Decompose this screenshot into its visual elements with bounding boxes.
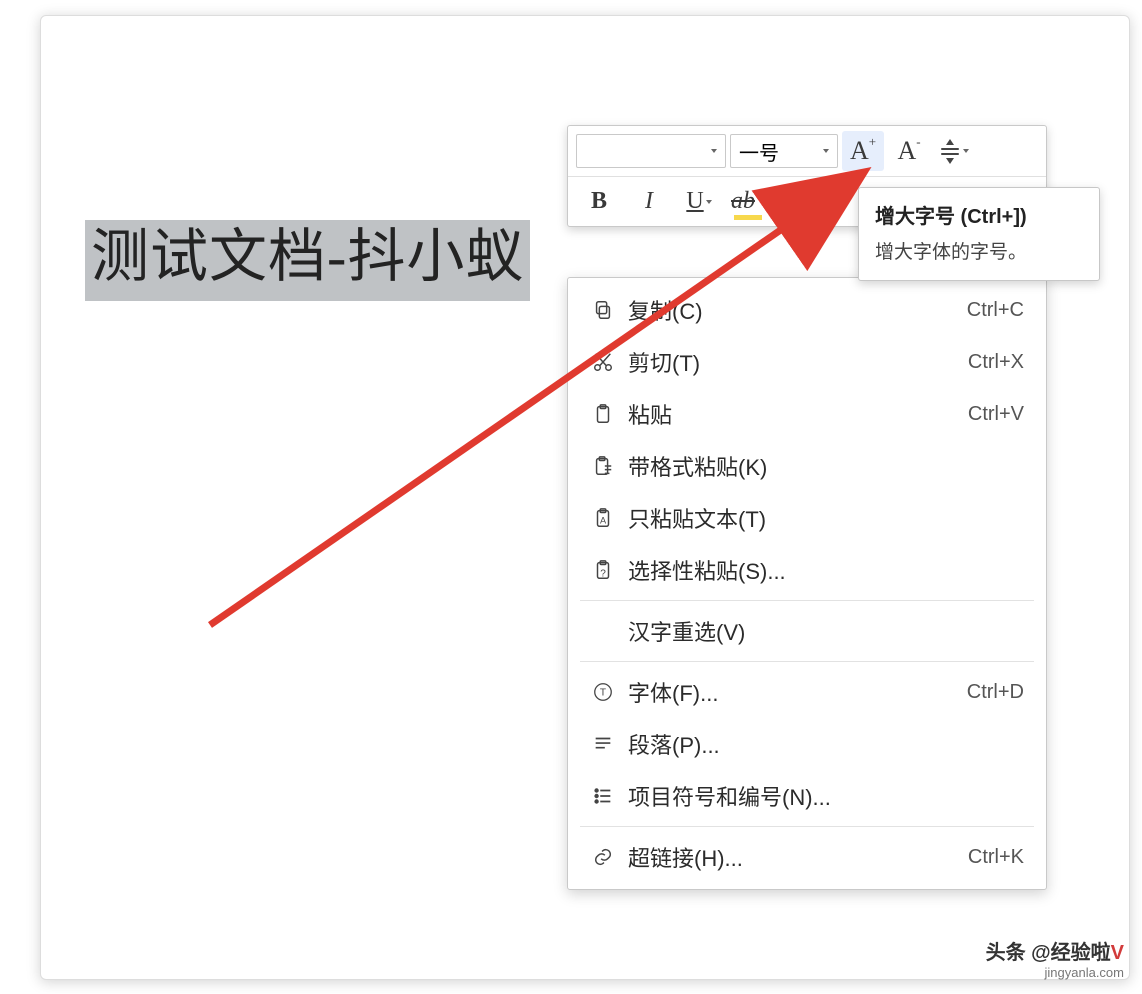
menu-cut[interactable]: 剪切(T) Ctrl+X <box>568 336 1046 388</box>
font-color-button[interactable] <box>776 182 822 222</box>
menu-label: 选择性粘贴(S)... <box>622 554 1024 586</box>
letter-a: A <box>897 136 916 166</box>
link-icon <box>584 846 622 868</box>
italic-button[interactable]: I <box>626 182 672 222</box>
line-spacing-button[interactable] <box>934 131 976 171</box>
chevron-down-icon <box>963 149 969 153</box>
chevron-down-icon <box>706 200 712 204</box>
svg-text:A: A <box>600 516 607 526</box>
tooltip-title: 增大字号 (Ctrl+]) <box>875 200 1083 229</box>
menu-paste-special[interactable]: ? 选择性粘贴(S)... <box>568 544 1046 596</box>
paste-text-icon: A <box>584 507 622 529</box>
menu-shortcut: Ctrl+K <box>968 846 1024 869</box>
font-color-icon <box>787 190 811 214</box>
paragraph-icon <box>584 733 622 755</box>
minus-sup: - <box>916 134 920 150</box>
wm-url: jingyanla.com <box>986 965 1124 980</box>
wm-prefix: 头条 @ <box>986 942 1051 964</box>
highlight-button[interactable]: ab <box>726 182 772 222</box>
menu-paste[interactable]: 粘贴 Ctrl+V <box>568 388 1046 440</box>
menu-label: 只粘贴文本(T) <box>622 502 1024 534</box>
menu-paste-text[interactable]: A 只粘贴文本(T) <box>568 492 1046 544</box>
decrease-font-button[interactable]: A- <box>888 131 930 171</box>
menu-hyperlink[interactable]: 超链接(H)... Ctrl+K <box>568 831 1046 883</box>
menu-separator <box>580 600 1034 601</box>
font-size-select[interactable]: 一号 <box>730 134 838 168</box>
copy-icon <box>584 299 622 321</box>
font-icon: T <box>584 681 622 703</box>
menu-label: 带格式粘贴(K) <box>622 450 1024 482</box>
line-spacing-icon <box>941 139 959 164</box>
menu-label: 字体(F)... <box>622 676 967 708</box>
menu-label: 复制(C) <box>622 294 967 326</box>
chevron-down-icon <box>823 149 829 153</box>
menu-copy[interactable]: 复制(C) Ctrl+C <box>568 284 1046 336</box>
highlight-ab: ab <box>731 188 755 215</box>
menu-shortcut: Ctrl+D <box>967 681 1024 704</box>
tooltip-desc: 增大字体的字号。 <box>875 237 1083 264</box>
highlight-color-bar <box>734 215 762 220</box>
plus-sup: + <box>869 134 876 150</box>
menu-label: 粘贴 <box>622 398 968 430</box>
menu-label: 剪切(T) <box>622 346 968 378</box>
menu-separator <box>580 826 1034 827</box>
selected-text[interactable]: 测试文档-抖小蚁 <box>85 220 530 301</box>
letter-a: A <box>850 136 869 166</box>
menu-shortcut: Ctrl+X <box>968 351 1024 374</box>
context-menu: 复制(C) Ctrl+C 剪切(T) Ctrl+X 粘贴 Ctrl+V 带格式粘… <box>567 277 1047 890</box>
menu-hanzi-reselect[interactable]: 汉字重选(V) <box>568 605 1046 657</box>
tooltip-increase-font: 增大字号 (Ctrl+]) 增大字体的字号。 <box>858 187 1100 281</box>
font-size-value: 一号 <box>739 137 779 166</box>
menu-label: 超链接(H)... <box>622 841 968 873</box>
menu-label: 段落(P)... <box>622 728 1024 760</box>
menu-font[interactable]: T 字体(F)... Ctrl+D <box>568 666 1046 718</box>
list-icon <box>584 785 622 807</box>
menu-paste-format[interactable]: 带格式粘贴(K) <box>568 440 1046 492</box>
paste-special-icon: ? <box>584 559 622 581</box>
chevron-down-icon <box>711 149 717 153</box>
watermark: 头条 @经验啦V jingyanla.com <box>986 936 1124 980</box>
chevron-down-icon <box>761 200 767 204</box>
paste-icon <box>584 403 622 425</box>
wm-v: V <box>1111 942 1124 964</box>
increase-font-button[interactable]: A+ <box>842 131 884 171</box>
menu-shortcut: Ctrl+C <box>967 299 1024 322</box>
underline-button[interactable]: U <box>676 182 722 222</box>
underline-u: U <box>686 188 703 215</box>
menu-bullets[interactable]: 项目符号和编号(N)... <box>568 770 1046 822</box>
wm-name: 经验啦 <box>1051 942 1111 964</box>
svg-text:?: ? <box>600 568 606 579</box>
svg-text:T: T <box>600 688 606 699</box>
toolbar-row-1: 一号 A+ A- <box>568 126 1046 176</box>
menu-paragraph[interactable]: 段落(P)... <box>568 718 1046 770</box>
paste-format-icon <box>584 455 622 477</box>
menu-label: 项目符号和编号(N)... <box>622 780 1024 812</box>
menu-separator <box>580 661 1034 662</box>
cut-icon <box>584 351 622 373</box>
bold-button[interactable]: B <box>576 182 622 222</box>
menu-shortcut: Ctrl+V <box>968 403 1024 426</box>
font-name-select[interactable] <box>576 134 726 168</box>
menu-label: 汉字重选(V) <box>622 615 1024 647</box>
